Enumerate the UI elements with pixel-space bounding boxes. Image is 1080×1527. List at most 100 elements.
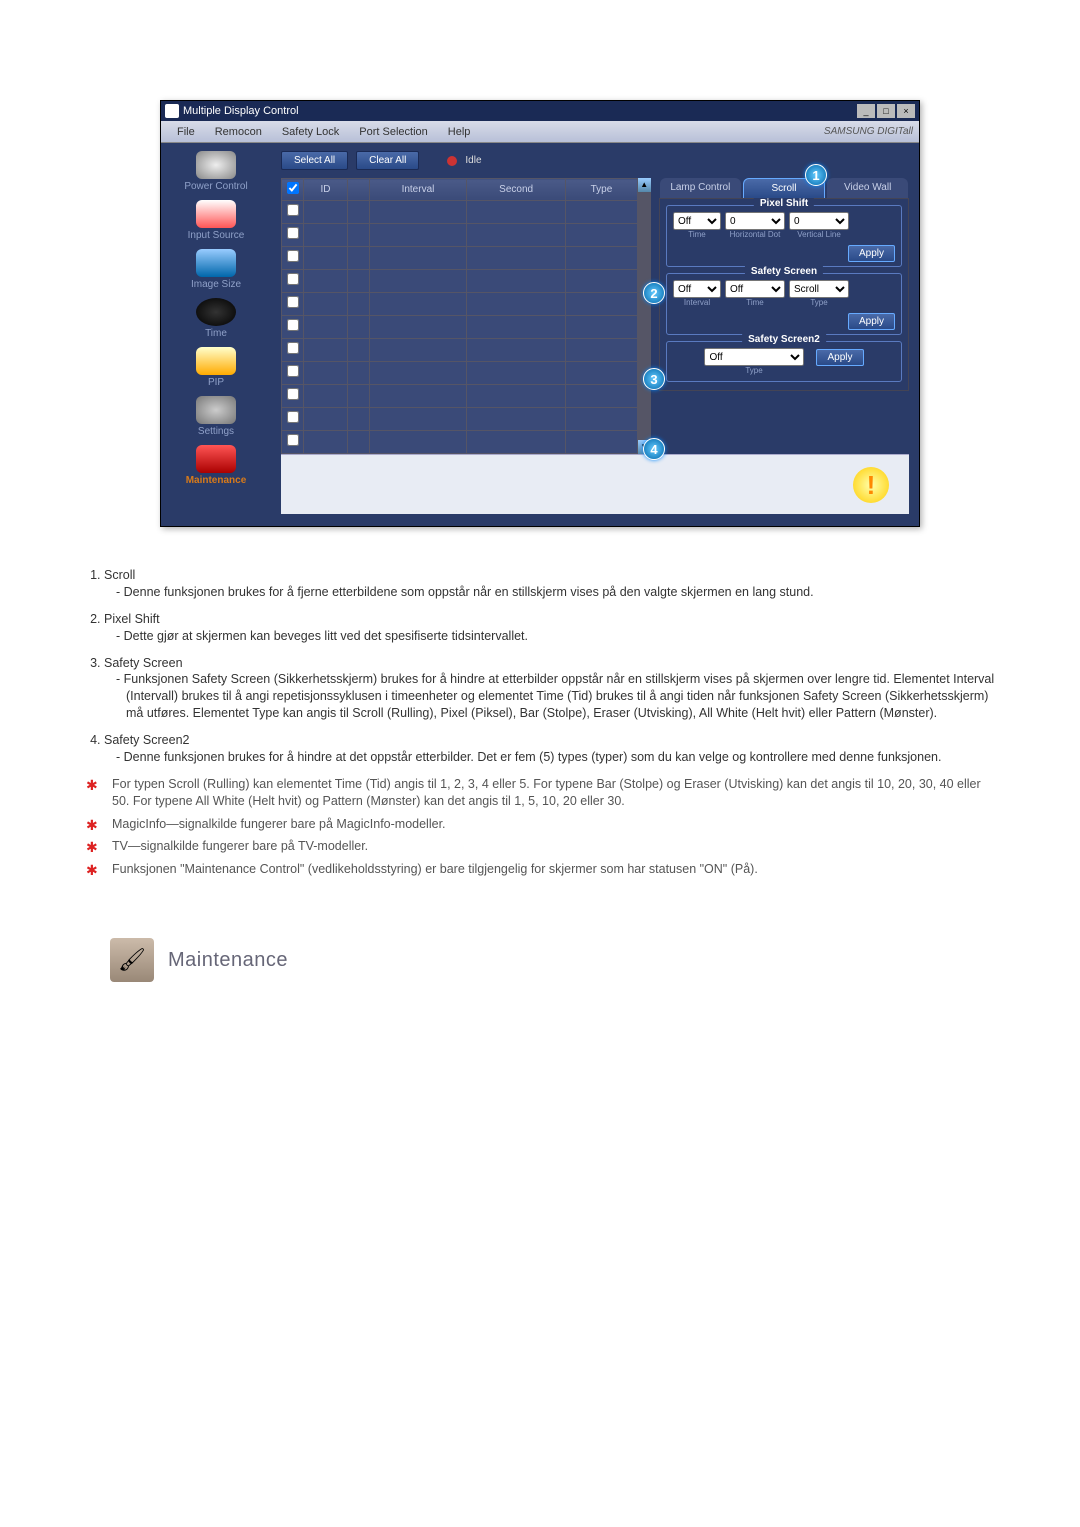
maintenance-icon xyxy=(196,445,236,473)
tab-video-wall[interactable]: Video Wall xyxy=(827,178,908,198)
pixel-shift-state-select[interactable]: Off xyxy=(673,212,721,230)
right-panel: 1 Lamp Control Scroll Video Wall Pixel S… xyxy=(659,178,909,454)
maximize-button[interactable]: □ xyxy=(877,104,895,118)
safety-screen-apply-button[interactable]: Apply xyxy=(848,313,895,330)
table-row[interactable] xyxy=(282,362,638,385)
row-checkbox[interactable] xyxy=(287,365,299,377)
select-all-button[interactable]: Select All xyxy=(281,151,348,170)
description-block: ScrollDenne funksjonen brukes for å fjer… xyxy=(80,567,1000,878)
col-id[interactable]: ID xyxy=(304,179,348,201)
close-button[interactable]: × xyxy=(897,104,915,118)
power-icon xyxy=(196,151,236,179)
row-checkbox[interactable] xyxy=(287,250,299,262)
col-type[interactable]: Type xyxy=(566,179,637,201)
table-row[interactable] xyxy=(282,201,638,224)
sidebar-item-maintenance[interactable]: Maintenance xyxy=(165,445,267,486)
row-checkbox[interactable] xyxy=(287,204,299,216)
note-item: MagicInfo—signalkilde fungerer bare på M… xyxy=(104,816,1000,833)
menu-safety-lock[interactable]: Safety Lock xyxy=(272,126,349,138)
note-item: TV—signalkilde fungerer bare på TV-model… xyxy=(104,838,1000,855)
sidebar: Power Control Input Source Image Size Ti… xyxy=(161,143,271,526)
safety-screen2-apply-button[interactable]: Apply xyxy=(816,349,863,366)
desc-item: ScrollDenne funksjonen brukes for å fjer… xyxy=(104,567,1000,601)
col-icon[interactable] xyxy=(348,179,370,201)
callout-2: 2 xyxy=(643,282,665,304)
sidebar-item-input-source[interactable]: Input Source xyxy=(165,200,267,241)
tab-lamp-control[interactable]: Lamp Control xyxy=(660,178,741,198)
callout-3: 3 xyxy=(643,368,665,390)
window-title: Multiple Display Control xyxy=(183,105,299,117)
menu-file[interactable]: File xyxy=(167,126,205,138)
clear-all-button[interactable]: Clear All xyxy=(356,151,419,170)
safety-screen2-type-select[interactable]: Off xyxy=(704,348,804,366)
brand-label: SAMSUNG DIGITall xyxy=(824,126,913,137)
section-heading-row: Maintenance xyxy=(110,938,1000,982)
sidebar-item-power-control[interactable]: Power Control xyxy=(165,151,267,192)
desc-item: Safety Screen2Denne funksjonen brukes fo… xyxy=(104,732,1000,766)
section-heading: Maintenance xyxy=(168,949,288,972)
row-checkbox[interactable] xyxy=(287,342,299,354)
col-interval[interactable]: Interval xyxy=(370,179,467,201)
scroll-up-icon[interactable]: ▲ xyxy=(638,178,651,192)
sidebar-item-time[interactable]: Time xyxy=(165,298,267,339)
pip-icon xyxy=(196,347,236,375)
display-grid: ID Interval Second Type xyxy=(281,178,638,454)
pixel-shift-h-select[interactable]: 0 xyxy=(725,212,785,230)
table-row[interactable] xyxy=(282,247,638,270)
table-row[interactable] xyxy=(282,431,638,454)
menu-remocon[interactable]: Remocon xyxy=(205,126,272,138)
safety-screen-group: Safety Screen Off Off Scroll Interval Ti… xyxy=(666,273,902,335)
desc-item: Safety ScreenFunksjonen Safety Screen (S… xyxy=(104,655,1000,723)
status-indicator-icon xyxy=(447,156,457,166)
safety-screen-interval-select[interactable]: Off xyxy=(673,280,721,298)
col-check[interactable] xyxy=(282,179,304,201)
table-row[interactable] xyxy=(282,408,638,431)
note-item: Funksjonen "Maintenance Control" (vedlik… xyxy=(104,861,1000,878)
col-second[interactable]: Second xyxy=(466,179,565,201)
row-checkbox[interactable] xyxy=(287,319,299,331)
titlebar: Multiple Display Control _ □ × xyxy=(161,101,919,121)
table-row[interactable] xyxy=(282,293,638,316)
table-row[interactable] xyxy=(282,385,638,408)
sidebar-item-image-size[interactable]: Image Size xyxy=(165,249,267,290)
table-row[interactable] xyxy=(282,270,638,293)
table-row[interactable] xyxy=(282,316,638,339)
grid-scrollbar[interactable]: ▲ ▼ xyxy=(638,178,651,454)
minimize-button[interactable]: _ xyxy=(857,104,875,118)
row-checkbox[interactable] xyxy=(287,434,299,446)
info-bar: ! xyxy=(281,454,909,514)
menu-port-selection[interactable]: Port Selection xyxy=(349,126,437,138)
safety-screen-time-select[interactable]: Off xyxy=(725,280,785,298)
menubar: File Remocon Safety Lock Port Selection … xyxy=(161,121,919,143)
pixel-shift-group: Pixel Shift Off 0 0 Time Horizontal Dot … xyxy=(666,205,902,267)
warning-icon: ! xyxy=(853,467,889,503)
menu-help[interactable]: Help xyxy=(438,126,481,138)
table-row[interactable] xyxy=(282,224,638,247)
row-checkbox[interactable] xyxy=(287,227,299,239)
pixel-shift-v-select[interactable]: 0 xyxy=(789,212,849,230)
status-label: Idle xyxy=(465,155,481,166)
input-source-icon xyxy=(196,200,236,228)
gear-icon xyxy=(196,396,236,424)
row-checkbox[interactable] xyxy=(287,296,299,308)
table-row[interactable] xyxy=(282,339,638,362)
pixel-shift-apply-button[interactable]: Apply xyxy=(848,245,895,262)
right-tabs: Lamp Control Scroll Video Wall xyxy=(659,178,909,198)
image-size-icon xyxy=(196,249,236,277)
main-panel: Select All Clear All Idle xyxy=(271,143,919,526)
time-icon xyxy=(196,298,236,326)
app-icon xyxy=(165,104,179,118)
sidebar-item-pip[interactable]: PIP xyxy=(165,347,267,388)
row-checkbox[interactable] xyxy=(287,273,299,285)
sidebar-item-settings[interactable]: Settings xyxy=(165,396,267,437)
callout-1: 1 xyxy=(805,164,827,186)
desc-item: Pixel ShiftDette gjør at skjermen kan be… xyxy=(104,611,1000,645)
safety-screen-type-select[interactable]: Scroll xyxy=(789,280,849,298)
maintenance-section-icon xyxy=(110,938,154,982)
row-checkbox[interactable] xyxy=(287,411,299,423)
grid-area: ID Interval Second Type xyxy=(281,178,651,454)
callout-4: 4 xyxy=(643,438,665,460)
safety-screen2-group: Safety Screen2 Off Apply Type xyxy=(666,341,902,382)
row-checkbox[interactable] xyxy=(287,388,299,400)
note-item: For typen Scroll (Rulling) kan elementet… xyxy=(104,776,1000,810)
